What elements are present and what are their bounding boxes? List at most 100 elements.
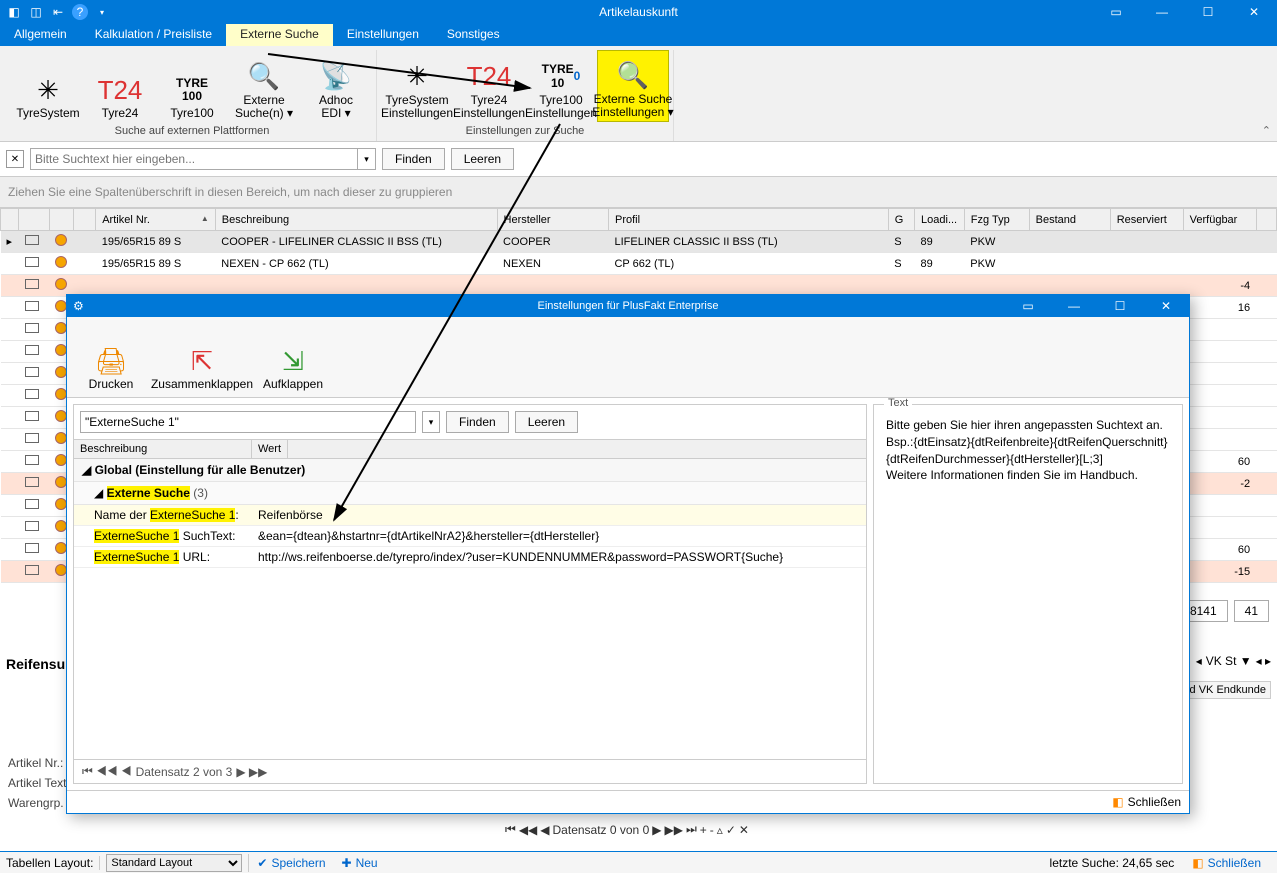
ribbon-tyre100-settings[interactable]: TYRE100Tyre100 Einstellungen [525,50,597,122]
detail-labels: Artikel Nr.: Artikel Text Warengrp. [8,756,66,816]
dialog-col-beschreibung[interactable]: Beschreibung [74,440,252,458]
dialog-status: ⏮ ◀◀ ◀ Datensatz 2 von 3 ▶ ▶▶ [74,759,866,783]
prop-suchtext-value[interactable]: &ean={dtean}&hstartnr={dtArtikelNrA2}&he… [252,526,866,546]
table-row[interactable]: 195/65R15 89 SNEXEN - CP 662 (TL)NEXENCP… [1,253,1277,275]
dialog-help-panel: Text Bitte geben Sie hier ihren angepass… [873,404,1183,784]
col-artikel-nr[interactable]: Artikel Nr. [96,209,216,231]
save-button[interactable]: ✔Speichern [249,856,333,870]
dialog-clear[interactable]: Leeren [515,411,578,433]
group-global[interactable]: ◢ Global (Einstellung für alle Benutzer) [74,459,866,482]
dialog-restore[interactable]: ▭ [1005,294,1051,318]
section-reifensuche: Reifensu [6,656,65,672]
ribbon-group-label-1: Suche auf externen Plattformen [115,122,270,141]
title-bar: ◧ ◫ ⇤ ? ▾ Artikelauskunft ▭ — ☐ ✕ [0,0,1277,24]
nav-first-icon: ⏮ [505,822,516,837]
tab-externe-suche[interactable]: Externe Suche [226,24,333,46]
qat-help-icon[interactable]: ? [72,4,88,20]
grid-header: Artikel Nr. Beschreibung Hersteller Prof… [1,209,1277,231]
minimize-button[interactable]: — [1139,0,1185,24]
subgroup-externe-suche[interactable]: ◢ Externe Suche (3) [74,482,866,505]
tab-einstellungen[interactable]: Einstellungen [333,24,433,46]
col-loadindex[interactable]: Loadi... [915,209,965,231]
dialog-filter-dd[interactable]: ▾ [422,411,440,433]
prop-url-value[interactable]: http://ws.reifenboerse.de/tyrepro/index/… [252,547,866,567]
total-b: 41 [1234,600,1269,622]
qat-icon-2[interactable]: ◫ [28,4,44,20]
prop-name[interactable]: Name der ExterneSuche 1: Reifenbörse [74,505,866,526]
table-row[interactable]: ▸ 195/65R15 89 SCOOPER - LIFELINER CLASS… [1,231,1277,253]
dialog-maximize[interactable]: ☐ [1097,294,1143,318]
col-beschreibung[interactable]: Beschreibung [215,209,497,231]
dialog-help-text: Bitte geben Sie hier ihren angepassten S… [882,413,1174,488]
find-button[interactable]: Finden [382,148,445,170]
ribbon-externe-suche-settings[interactable]: 🔍Externe Suche Einstellungen ▾ [597,50,669,122]
clear-button[interactable]: Leeren [451,148,514,170]
label-warengrp: Warengrp. [8,796,66,816]
search-input[interactable] [30,148,358,170]
dialog-ribbon: 🖨Drucken ⇱Zusammenklappen ⇲Aufklappen [67,317,1189,398]
nav-nextpage-icon: ▶▶ [664,823,682,837]
ribbon-group-label-2: Einstellungen zur Suche [466,122,585,141]
prop-suchtext[interactable]: ExterneSuche 1 SuchText: &ean={dtean}&hs… [74,526,866,547]
tab-allgemein[interactable]: Allgemein [0,24,81,46]
dialog-minimize[interactable]: — [1051,294,1097,318]
ribbon-tyre24-settings[interactable]: T24Tyre24 Einstellungen [453,50,525,122]
qat-icon-3[interactable]: ⇤ [50,4,66,20]
status-bar: Tabellen Layout: Standard Layout ✔Speich… [0,851,1277,873]
ribbon-collapse[interactable]: ⌃ [1262,124,1271,137]
col-bestand[interactable]: Bestand [1029,209,1110,231]
dialog-close-button[interactable]: ◧Schließen [1112,795,1181,809]
qat-icon-1[interactable]: ◧ [6,4,22,20]
layout-select[interactable]: Standard Layout [106,854,242,872]
prop-name-value[interactable]: Reifenbörse [252,505,866,525]
layout-label: Tabellen Layout: [0,856,100,870]
tab-sonstiges[interactable]: Sonstiges [433,24,514,46]
ribbon-tyre24[interactable]: T24Tyre24 [84,50,156,122]
group-by-panel[interactable]: Ziehen Sie eine Spaltenüberschrift in di… [0,177,1277,208]
nav-text: Datensatz 0 von 0 [553,823,650,837]
window-title: Artikelauskunft [599,5,678,19]
dialog-collapse[interactable]: ⇱Zusammenklappen [147,321,257,393]
nav-prev-icon: ◀ [540,823,549,837]
dialog-tree: ◢ Global (Einstellung für alle Benutzer)… [74,459,866,759]
ribbon-tyre100[interactable]: TYRE100Tyre100 [156,50,228,122]
dialog-titlebar: ⚙ Einstellungen für PlusFakt Enterprise … [67,295,1189,317]
col-vkst[interactable]: ◂VK St ▼◂ ▸ [1196,654,1271,668]
col-reserviert[interactable]: Reserviert [1110,209,1183,231]
search-time: letzte Suche: 24,65 sec [1050,856,1175,870]
close-button[interactable]: ✕ [1231,0,1277,24]
gear-icon: ⚙ [67,299,90,313]
col-profil[interactable]: Profil [608,209,888,231]
search-dropdown[interactable]: ▾ [358,148,376,170]
dialog-filter-input[interactable] [80,411,416,433]
new-button[interactable]: ✚Neu [334,856,386,870]
ribbon-adhoc-edi[interactable]: 📡Adhoc EDI ▾ [300,50,372,122]
col-fzgtyp[interactable]: Fzg Typ [964,209,1029,231]
dialog-col-wert[interactable]: Wert [252,440,288,458]
col-verfuegbar[interactable]: Verfügbar [1183,209,1256,231]
clear-search-icon[interactable]: ✕ [6,150,24,168]
restore-button[interactable]: ▭ [1093,0,1139,24]
dialog-print[interactable]: 🖨Drucken [75,321,147,393]
col-vk-endkunde[interactable]: nd VK Endkunde [1178,681,1271,699]
maximize-button[interactable]: ☐ [1185,0,1231,24]
qat-dropdown[interactable]: ▾ [94,4,110,20]
record-navigator[interactable]: ⏮◀◀◀ Datensatz 0 von 0 ▶▶▶⏭ +-▵✓✕ [505,822,749,837]
dialog-expand[interactable]: ⇲Aufklappen [257,321,329,393]
dialog-title: Einstellungen für PlusFakt Enterprise [538,300,719,312]
label-artikel-text: Artikel Text [8,776,66,796]
ribbon-tabs: Allgemein Kalkulation / Preisliste Exter… [0,24,1277,46]
ribbon-tyresystem[interactable]: ✳TyreSystem [12,50,84,122]
settings-dialog: ⚙ Einstellungen für PlusFakt Enterprise … [66,294,1190,814]
dialog-find[interactable]: Finden [446,411,509,433]
dialog-close-x[interactable]: ✕ [1143,294,1189,318]
col-hersteller[interactable]: Hersteller [497,209,608,231]
prop-url[interactable]: ExterneSuche 1 URL: http://ws.reifenboer… [74,547,866,568]
nav-last-icon: ⏭ [686,822,697,837]
ribbon-externe-suche[interactable]: 🔍Externe Suche(n) ▾ [228,50,300,122]
nav-next-icon: ▶ [652,823,661,837]
footer-close-button[interactable]: ◧Schließen [1184,856,1269,870]
tab-kalkulation[interactable]: Kalkulation / Preisliste [81,24,226,46]
ribbon-tyresystem-settings[interactable]: ✳TyreSystem Einstellungen [381,50,453,122]
col-g[interactable]: G [888,209,914,231]
